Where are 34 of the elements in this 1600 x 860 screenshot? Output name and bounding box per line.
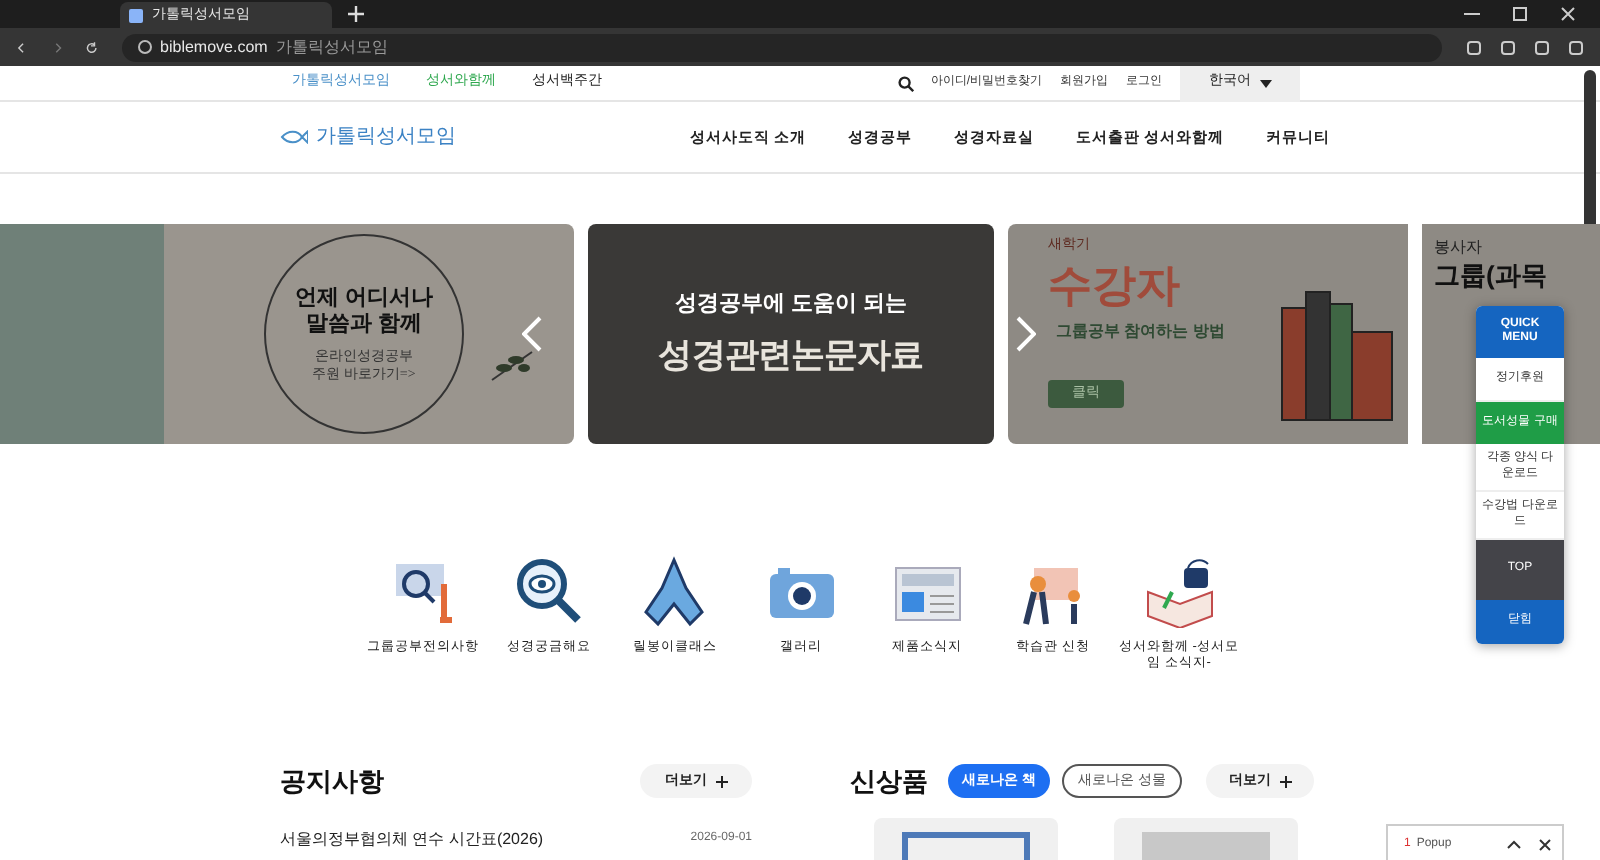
slide-heading: 수강자	[1048, 257, 1182, 312]
chevron-up-icon[interactable]	[1506, 838, 1522, 850]
product-card[interactable]	[874, 817, 1058, 860]
slide-heading: 성경공부에 도움이 되는	[674, 290, 908, 320]
fish-icon	[280, 130, 308, 144]
close-icon[interactable]	[1538, 837, 1552, 851]
search-icon[interactable]	[898, 75, 915, 91]
site-info-icon	[138, 40, 153, 54]
slide-title: 성경관련논문자료	[658, 333, 924, 377]
caret-icon	[1259, 79, 1271, 87]
open-book-camera-icon	[1143, 556, 1215, 628]
plus-icon	[715, 775, 727, 788]
slide-heading: 그룹(과목	[1434, 260, 1549, 293]
scrollbar-thumb[interactable]	[1584, 70, 1596, 230]
carousel-slide[interactable]: 성경공부에 도움이 되는 성경관련논문자료	[588, 224, 994, 444]
slide-heading: 말씀과 함께	[305, 312, 423, 340]
eye-magnifier-icon	[513, 556, 585, 628]
section-title: 신상품	[850, 764, 928, 800]
back-icon[interactable]	[16, 39, 28, 55]
notice-title[interactable]: 서울의정부협의체 연수 시간표(2026)	[280, 827, 544, 851]
site-logo[interactable]: 가톨릭성서모임	[280, 122, 456, 152]
new-tab-icon[interactable]	[348, 6, 364, 22]
url-text: biblemove.com	[160, 35, 268, 59]
plus-icon	[1279, 775, 1291, 788]
section-title: 공지사항	[280, 764, 384, 800]
address-bar[interactable]: biblemove.com 가톨릭성서모임	[122, 33, 1443, 61]
restore-icon[interactable]	[1512, 6, 1528, 22]
slide-heading: 언제 어디서나	[294, 285, 434, 313]
slide-eyebrow: 봉사자	[1434, 236, 1484, 260]
forward-icon[interactable]	[51, 39, 63, 55]
page-icon	[128, 7, 144, 23]
slide-subtext: 그룹공부 참여하는 방법	[1056, 320, 1225, 344]
reload-icon[interactable]	[86, 39, 99, 55]
page-title-text: 가톨릭성서모임	[275, 35, 388, 59]
